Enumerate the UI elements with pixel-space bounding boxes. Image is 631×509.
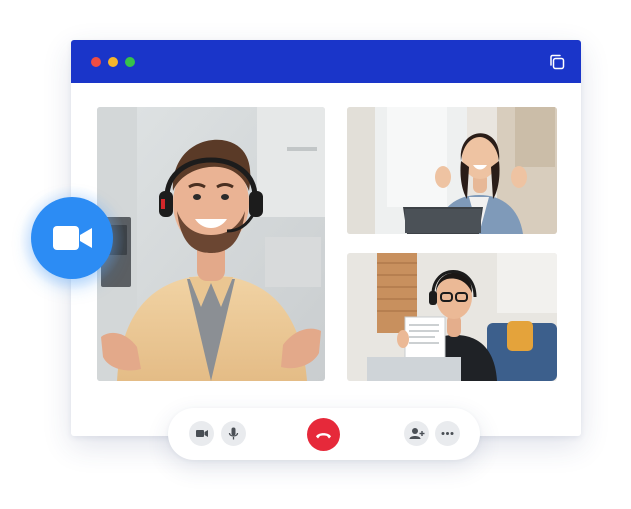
video-tile-participant-2[interactable] bbox=[347, 253, 557, 381]
phone-hangup-icon bbox=[316, 433, 331, 439]
video-tile-participant-1[interactable] bbox=[347, 107, 557, 234]
add-participant-button[interactable] bbox=[404, 421, 429, 446]
participant-video-2 bbox=[347, 253, 557, 381]
maximize-window-button[interactable] bbox=[125, 57, 135, 67]
start-video-button[interactable] bbox=[31, 197, 113, 279]
video-call-illustration bbox=[0, 0, 631, 509]
copy-icon[interactable] bbox=[547, 52, 567, 72]
participant-video-1 bbox=[347, 107, 557, 234]
video-camera-icon bbox=[196, 430, 208, 437]
participant-video-main bbox=[97, 107, 325, 381]
close-window-button[interactable] bbox=[91, 57, 101, 67]
toggle-video-button[interactable] bbox=[189, 421, 214, 446]
toggle-mic-button[interactable] bbox=[221, 421, 246, 446]
video-call-window bbox=[71, 40, 581, 436]
call-controls-bar bbox=[168, 408, 480, 460]
more-options-icon bbox=[441, 432, 454, 435]
end-call-button[interactable] bbox=[307, 418, 340, 451]
more-options-button[interactable] bbox=[435, 421, 460, 446]
video-tile-main-speaker[interactable] bbox=[97, 107, 325, 381]
window-titlebar bbox=[71, 40, 581, 83]
minimize-window-button[interactable] bbox=[108, 57, 118, 67]
video-camera-icon bbox=[53, 226, 92, 250]
add-user-icon bbox=[409, 428, 425, 439]
microphone-icon bbox=[228, 427, 239, 440]
